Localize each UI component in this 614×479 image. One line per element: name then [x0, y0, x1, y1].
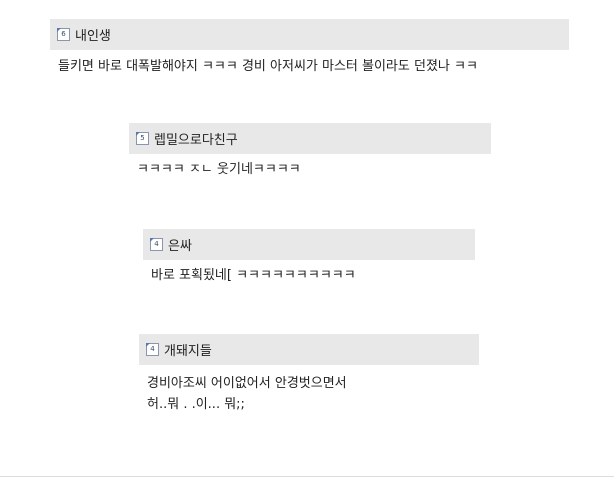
nickname[interactable]: 개돼지들	[164, 340, 212, 359]
nickname[interactable]: 은싸	[168, 235, 192, 254]
comment-3: 4 은싸 바로 포획됬네[ ㅋㅋㅋㅋㅋㅋㅋㅋㅋㅋ	[143, 229, 475, 286]
level-badge-icon: 6	[57, 28, 70, 41]
nickname[interactable]: 렙밀으로다친구	[154, 129, 238, 148]
comment-4: 4 개돼지들 경비아조씨 어이없어서 안경벗으면서 허..뭐 . .이... 뭐…	[139, 334, 479, 415]
comment-text: ㅋㅋㅋㅋ ㅈㄴ 웃기네ㅋㅋㅋㅋ	[137, 162, 301, 177]
divider	[0, 476, 614, 477]
comment-text: 바로 포획됬네[ ㅋㅋㅋㅋㅋㅋㅋㅋㅋㅋ	[151, 268, 356, 283]
level-badge-icon: 5	[136, 132, 149, 145]
comment-header: 5 렙밀으로다친구	[129, 123, 491, 154]
level-badge-icon: 4	[146, 343, 159, 356]
comment-1: 6 내인생 들키면 바로 대폭발해야지 ㅋㅋㅋ 경비 아저씨가 마스터 볼이라도…	[50, 19, 569, 77]
level-badge-icon: 4	[150, 238, 163, 251]
comment-2: 5 렙밀으로다친구 ㅋㅋㅋㅋ ㅈㄴ 웃기네ㅋㅋㅋㅋ	[129, 123, 491, 180]
comment-text: 경비아조씨 어이없어서 안경벗으면서 허..뭐 . .이... 뭐;;	[147, 376, 347, 412]
comment-header: 4 은싸	[143, 229, 475, 260]
comment-header: 4 개돼지들	[139, 334, 479, 365]
comment-text: 들키면 바로 대폭발해야지 ㅋㅋㅋ 경비 아저씨가 마스터 볼이라도 던졌나 ㅋ…	[58, 59, 478, 74]
comment-header: 6 내인생	[50, 19, 569, 50]
nickname[interactable]: 내인생	[75, 25, 111, 44]
